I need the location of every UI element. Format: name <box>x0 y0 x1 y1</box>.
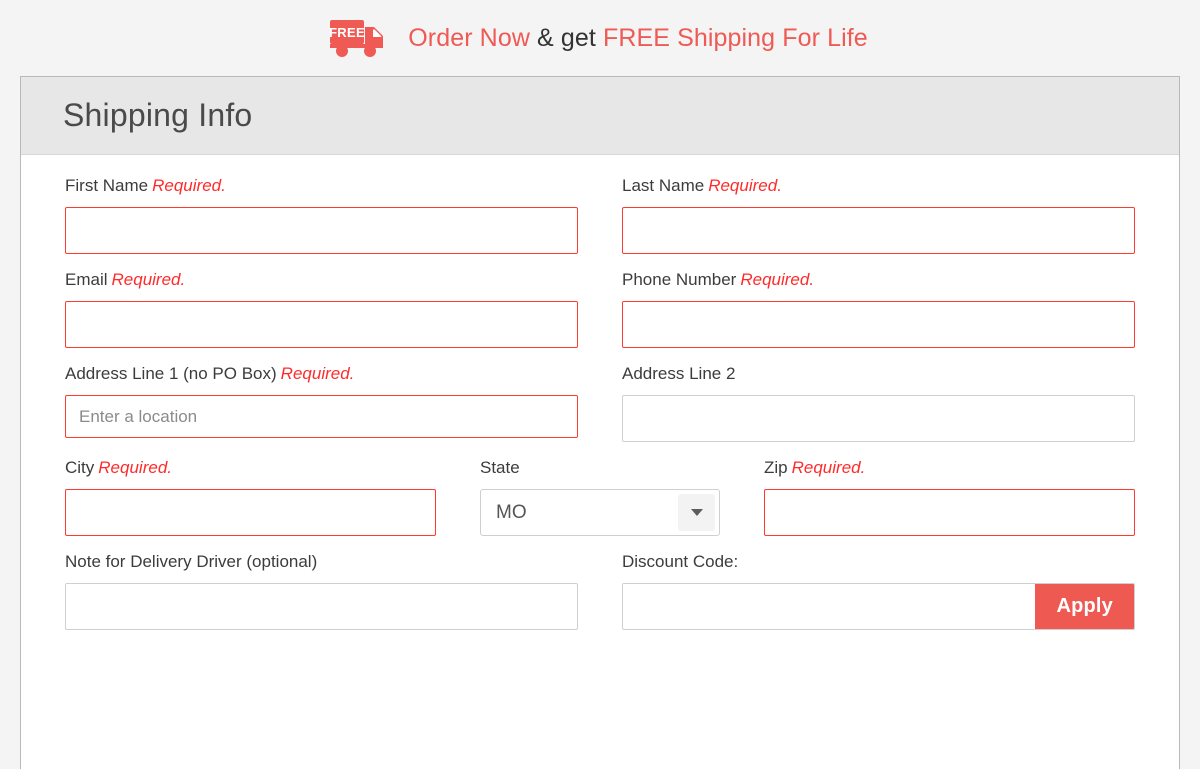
email-label-text: Email <box>65 270 108 289</box>
first-name-input[interactable] <box>65 207 578 254</box>
page-title: Shipping Info <box>63 97 253 133</box>
promo-banner-content: FREE Order Now & get FREE Shipping For L… <box>328 16 868 60</box>
panel-header: Shipping Info <box>21 77 1179 155</box>
address-line-1-required-marker: Required. <box>280 364 355 383</box>
field-delivery-note: Note for Delivery Driver (optional) <box>65 553 578 630</box>
phone-number-label-text: Phone Number <box>622 270 737 289</box>
field-discount-code: Discount Code: Apply <box>622 553 1135 630</box>
svg-text:FREE: FREE <box>329 25 365 40</box>
shipping-form: First Name Required. Last Name Required. E… <box>21 155 1179 630</box>
first-name-label-text: First Name <box>65 176 149 195</box>
field-address-line-2: Address Line 2 <box>622 365 1135 442</box>
discount-code-group: Apply <box>622 583 1135 630</box>
address-line-1-label: Address Line 1 (no PO Box) Required. <box>65 365 578 382</box>
promo-free-shipping-text: FREE Shipping For Life <box>602 23 868 52</box>
email-label: Email Required. <box>65 271 578 288</box>
phone-number-required-marker: Required. <box>740 270 815 289</box>
city-label: City Required. <box>65 459 436 476</box>
zip-required-marker: Required. <box>791 458 866 477</box>
state-label-text: State <box>480 458 520 477</box>
last-name-label: Last Name Required. <box>622 177 1135 194</box>
apply-discount-button[interactable]: Apply <box>1035 584 1134 629</box>
zip-label: Zip Required. <box>764 459 1135 476</box>
zip-label-text: Zip <box>764 458 788 477</box>
discount-code-input[interactable] <box>623 584 1036 629</box>
last-name-required-marker: Required. <box>708 176 782 195</box>
form-row-note-discount: Note for Delivery Driver (optional) Disc… <box>65 553 1135 630</box>
phone-number-label: Phone Number Required. <box>622 271 1135 288</box>
field-state: State MO <box>480 459 720 536</box>
address-line-1-label-text: Address Line 1 (no PO Box) <box>65 364 277 383</box>
email-input[interactable] <box>65 301 578 348</box>
form-row-contact: Email Required. Phone Number Required. <box>65 271 1135 348</box>
field-first-name: First Name Required. <box>65 177 578 254</box>
first-name-required-marker: Required. <box>152 176 226 195</box>
delivery-note-input[interactable] <box>65 583 578 630</box>
shipping-info-panel: Shipping Info First Name Required. Last N… <box>20 76 1180 769</box>
last-name-label-text: Last Name <box>622 176 705 195</box>
promo-message: Order Now & get FREE Shipping For Life <box>408 24 868 53</box>
chevron-down-icon[interactable] <box>678 494 715 531</box>
city-label-text: City <box>65 458 95 477</box>
city-input[interactable] <box>65 489 436 536</box>
field-city: City Required. <box>65 459 436 536</box>
email-required-marker: Required. <box>111 270 186 289</box>
field-address-line-1: Address Line 1 (no PO Box) Required. <box>65 365 578 442</box>
address-line-2-label: Address Line 2 <box>622 365 1135 382</box>
field-phone-number: Phone Number Required. <box>622 271 1135 348</box>
city-required-marker: Required. <box>98 458 172 477</box>
free-shipping-truck-icon: FREE <box>329 20 384 57</box>
state-label: State <box>480 459 720 476</box>
zip-input[interactable] <box>764 489 1135 536</box>
field-zip: Zip Required. <box>764 459 1135 536</box>
field-last-name: Last Name Required. <box>622 177 1135 254</box>
state-selected-value: MO <box>496 501 527 523</box>
promo-middle-text: & get <box>529 23 603 52</box>
phone-number-input[interactable] <box>622 301 1135 348</box>
state-select[interactable]: MO <box>480 489 720 536</box>
field-email: Email Required. <box>65 271 578 348</box>
first-name-label: First Name Required. <box>65 177 578 194</box>
address-line-2-label-text: Address Line 2 <box>622 364 736 383</box>
promo-order-now-text: Order Now <box>408 23 530 52</box>
form-row-name: First Name Required. Last Name Required. <box>65 177 1135 254</box>
discount-code-label-text: Discount Code: <box>622 552 739 571</box>
delivery-note-label-text: Note for Delivery Driver (optional) <box>65 552 318 571</box>
address-line-1-input[interactable] <box>65 395 578 438</box>
discount-code-label: Discount Code: <box>622 553 1135 570</box>
form-row-address: Address Line 1 (no PO Box)Required. Addr… <box>65 365 1135 442</box>
promo-banner: FREE Order Now & get FREE Shipping For L… <box>0 0 1200 76</box>
address-line-2-input[interactable] <box>622 395 1135 442</box>
form-row-city-state-zip: City Required. State MO Zip Required. <box>65 459 1135 536</box>
delivery-note-label: Note for Delivery Driver (optional) <box>65 553 578 570</box>
last-name-input[interactable] <box>622 207 1135 254</box>
